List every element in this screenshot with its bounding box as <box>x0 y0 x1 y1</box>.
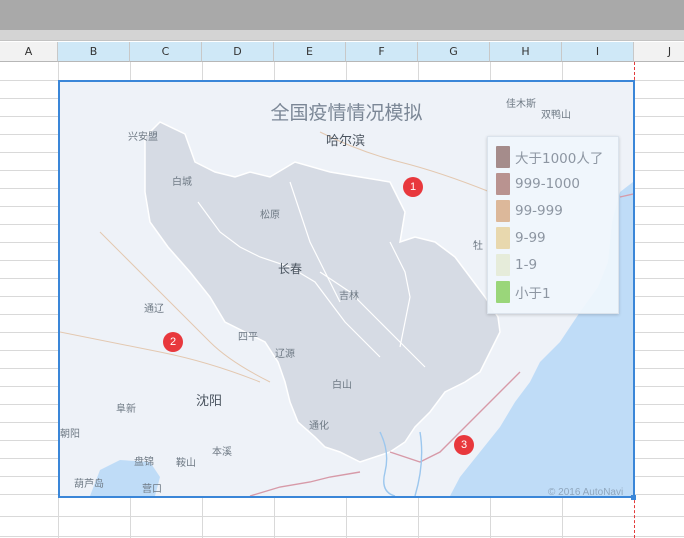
legend-item[interactable]: 小于1 <box>496 278 618 305</box>
column-header-f[interactable]: F <box>346 42 418 62</box>
place-chaoyang: 朝阳 <box>60 429 80 440</box>
legend-label: 9-99 <box>515 229 546 246</box>
column-header-c[interactable]: C <box>130 42 202 62</box>
place-benxi: 本溪 <box>212 447 232 458</box>
map-marker-3[interactable]: 3 <box>454 435 474 455</box>
place-liaoyuan: 辽源 <box>275 349 295 360</box>
toolbar-area <box>0 0 684 30</box>
place-siping: 四平 <box>238 332 258 343</box>
place-tonghua: 通化 <box>309 421 329 432</box>
legend-label: 1-9 <box>515 256 538 273</box>
column-header-j[interactable]: J <box>634 42 684 62</box>
legend-swatch <box>496 226 510 249</box>
place-baishan: 白山 <box>332 380 352 391</box>
place-huludao: 葫芦岛 <box>74 479 104 490</box>
formula-bar-strip <box>0 30 684 41</box>
column-header-h[interactable]: H <box>490 42 562 62</box>
legend-item[interactable]: 大于1000人了 <box>496 143 618 170</box>
place-mudanjiang: 牡 <box>473 241 483 252</box>
place-fuxin: 阜新 <box>116 404 136 415</box>
legend-item[interactable]: 9-99 <box>496 224 618 251</box>
legend-label: 大于1000人了 <box>515 150 604 167</box>
place-harbin: 哈尔滨 <box>326 134 366 149</box>
column-header-a[interactable]: A <box>0 42 58 62</box>
column-header-d[interactable]: D <box>202 42 274 62</box>
legend-swatch <box>496 145 510 168</box>
column-header-i[interactable]: I <box>562 42 634 62</box>
legend-label: 小于1 <box>515 285 551 302</box>
legend-label: 999-1000 <box>515 175 580 192</box>
legend-swatch <box>496 280 510 303</box>
place-songyuan: 松原 <box>260 210 280 221</box>
place-shenyang: 沈阳 <box>196 394 223 409</box>
column-header-g[interactable]: G <box>418 42 490 62</box>
chart-title: 全国疫情情况模拟 <box>270 102 423 124</box>
legend-item[interactable]: 99-999 <box>496 197 618 224</box>
map-chart[interactable]: 兴安盟 哈尔滨 白城 松原 长春 吉林 通辽 四平 辽源 白山 通化 阜新 沈阳… <box>58 80 635 498</box>
place-xinganmeng: 兴安盟 <box>128 132 158 143</box>
map-marker-2[interactable]: 2 <box>163 332 183 352</box>
place-baicheng: 白城 <box>172 177 192 188</box>
place-panjin: 盘锦 <box>134 457 154 468</box>
place-tongliao: 通辽 <box>144 304 164 315</box>
chart-legend[interactable]: 大于1000人了 999-1000 99-999 9-99 1-9 小于1 <box>487 136 619 314</box>
legend-swatch <box>496 172 510 195</box>
column-header-e[interactable]: E <box>274 42 346 62</box>
column-header-b[interactable]: B <box>58 42 130 62</box>
map-marker-1[interactable]: 1 <box>403 177 423 197</box>
place-changchun: 长春 <box>278 262 303 276</box>
place-yingkou: 营口 <box>142 484 162 495</box>
legend-swatch <box>496 253 510 276</box>
place-jilin: 吉林 <box>339 291 359 302</box>
legend-label: 99-999 <box>515 202 563 219</box>
legend-item[interactable]: 1-9 <box>496 251 618 278</box>
legend-swatch <box>496 199 510 222</box>
place-anshan: 鞍山 <box>176 458 196 469</box>
chart-resize-handle[interactable] <box>631 495 636 500</box>
legend-item[interactable]: 999-1000 <box>496 170 618 197</box>
map-copyright: © 2016 AutoNavi <box>548 487 624 498</box>
